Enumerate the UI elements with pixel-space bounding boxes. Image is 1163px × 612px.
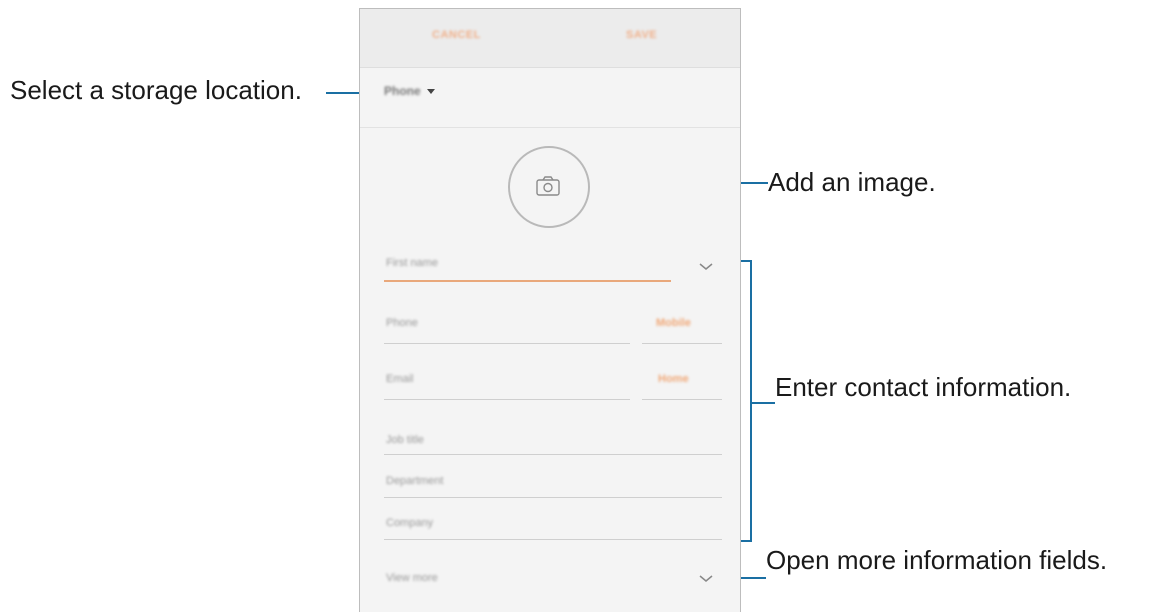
- department-underline: [384, 497, 722, 498]
- phone-type-selector[interactable]: Mobile: [656, 317, 691, 329]
- top-action-bar: CANCEL SAVE: [360, 9, 740, 68]
- email-field[interactable]: Email: [386, 373, 414, 385]
- phone-field[interactable]: Phone: [386, 317, 418, 329]
- storage-location-dropdown[interactable]: Phone: [384, 81, 435, 101]
- callout-contact-line: [750, 402, 775, 404]
- callout-contact-bracket: [750, 260, 752, 542]
- storage-location-label: Phone: [384, 84, 421, 98]
- callout-storage: Select a storage location.: [10, 75, 302, 105]
- name-field[interactable]: First name: [386, 257, 438, 269]
- chevron-down-icon[interactable]: [699, 575, 713, 583]
- view-more-fields-button[interactable]: View more: [386, 572, 438, 584]
- storage-divider: [360, 127, 740, 128]
- email-type-selector[interactable]: Home: [658, 373, 689, 385]
- company-underline: [384, 539, 722, 540]
- company-field[interactable]: Company: [386, 517, 433, 529]
- cancel-button[interactable]: CANCEL: [432, 29, 481, 41]
- department-field[interactable]: Department: [386, 475, 443, 487]
- save-button[interactable]: SAVE: [626, 29, 657, 41]
- add-image-button[interactable]: [508, 146, 590, 228]
- caret-down-icon: [426, 88, 435, 94]
- email-field-underline: [384, 399, 630, 400]
- callout-contact: Enter contact information.: [775, 372, 1072, 402]
- callout-image: Add an image.: [768, 167, 936, 197]
- job-title-underline: [384, 454, 722, 455]
- callout-more: Open more information fields.: [766, 545, 1108, 575]
- phone-type-underline: [642, 343, 722, 344]
- job-title-field[interactable]: Job title: [386, 434, 424, 446]
- name-field-underline: [384, 280, 671, 282]
- email-type-underline: [642, 399, 722, 400]
- phone-field-underline: [384, 343, 630, 344]
- camera-icon: [536, 176, 560, 196]
- phone-screen: CANCEL SAVE Phone First name Phone Mobil…: [359, 8, 741, 612]
- chevron-down-icon[interactable]: [699, 263, 713, 271]
